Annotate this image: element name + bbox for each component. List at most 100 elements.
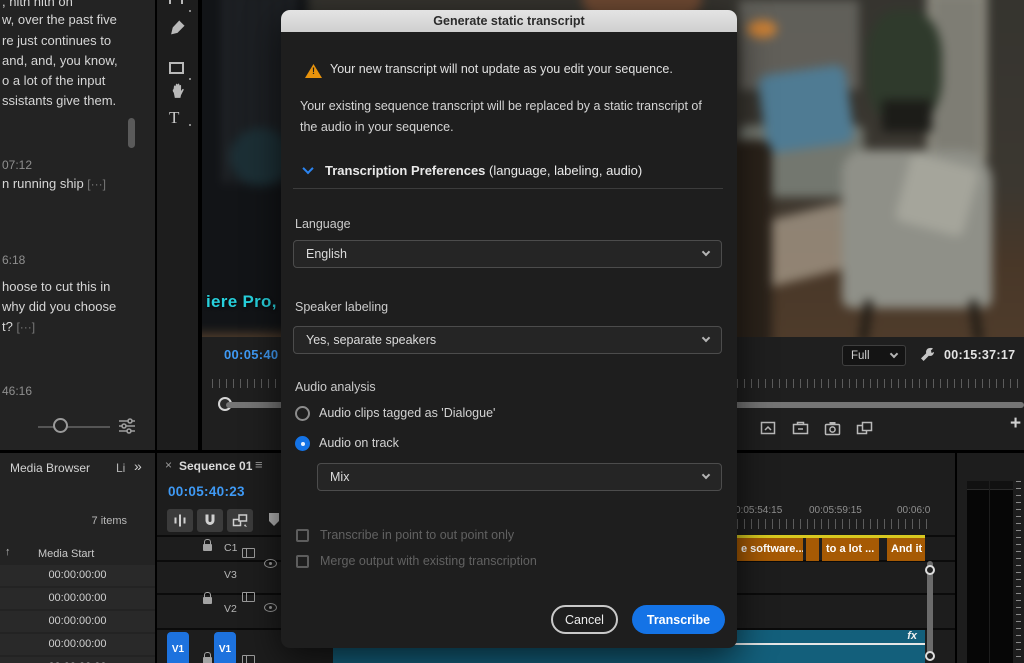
track-value: Mix	[330, 470, 349, 484]
panel-menu-icon[interactable]: ≡	[255, 457, 263, 472]
track-targeting-icon[interactable]	[242, 592, 255, 602]
more-ellipsis-badge[interactable]: [···]	[87, 177, 106, 191]
chevron-down-icon[interactable]	[302, 163, 313, 174]
media-row[interactable]: 00:00:00:00	[0, 657, 155, 663]
timeline-vertical-scrollbar[interactable]	[927, 561, 933, 661]
hand-tool-icon[interactable]	[169, 82, 187, 100]
checkbox-merge-output[interactable]	[296, 555, 309, 568]
filter-settings-icon[interactable]	[117, 417, 137, 435]
dialog-title[interactable]: Generate static transcript	[281, 10, 737, 32]
caption-clip[interactable]: to a lot ...	[822, 538, 879, 561]
radio-audio-clips-dialogue-label[interactable]: Audio clips tagged as 'Dialogue'	[319, 406, 495, 420]
timeline-playhead-timecode[interactable]: 00:05:40:23	[168, 484, 245, 499]
transcription-preferences-header[interactable]: Transcription Preferences (language, lab…	[325, 163, 642, 178]
track-select-tool-icon[interactable]	[169, 0, 187, 12]
zoom-slider-knob[interactable]	[53, 418, 68, 433]
lamp-glow	[747, 20, 777, 38]
insert-icon[interactable]	[856, 421, 873, 436]
chevron-down-icon	[702, 248, 710, 256]
transcript-segment[interactable]: t? [···]	[2, 319, 35, 334]
lock-icon[interactable]	[203, 657, 212, 663]
zoom-slider-track[interactable]	[38, 426, 110, 428]
track-label-c1[interactable]: C1	[224, 542, 237, 554]
transcript-line[interactable]: , hith hith on	[2, 0, 73, 9]
column-header-media-start[interactable]: Media Start	[38, 548, 94, 560]
position-timecode: 00:05:40	[224, 347, 278, 362]
track-targeting-icon[interactable]	[242, 655, 255, 663]
media-row[interactable]: 00:00:00:00	[0, 588, 155, 609]
premiere-pro-window: iere Pro, 00:05:40 Full 00:15:37:17	[0, 0, 1024, 663]
radio-audio-on-track-label[interactable]: Audio on track	[319, 436, 399, 450]
ruler-timecode: 00:05:59:15	[809, 505, 862, 516]
sort-up-icon[interactable]: ↑	[5, 546, 11, 558]
lock-icon[interactable]	[203, 597, 212, 604]
track-output-eye-icon[interactable]	[264, 603, 277, 612]
media-row[interactable]: 00:00:00:00	[0, 565, 155, 586]
language-label: Language	[295, 217, 351, 231]
transcript-line[interactable]: hoose to cut this in	[2, 279, 110, 294]
transcript-line[interactable]: re just continues to	[2, 33, 111, 48]
close-icon[interactable]: ×	[165, 458, 172, 472]
double-chevron-icon[interactable]: »	[134, 458, 142, 474]
zoom-level-dropdown[interactable]: Full	[842, 345, 906, 366]
add-marker-icon[interactable]	[269, 513, 279, 526]
section-divider	[293, 188, 723, 189]
linked-selection-button[interactable]	[227, 509, 253, 532]
audio-analysis-label: Audio analysis	[295, 380, 376, 394]
speaker-labeling-dropdown[interactable]: Yes, separate speakers	[293, 326, 722, 354]
chevron-down-icon	[702, 471, 710, 479]
caption-clip[interactable]: e software...	[737, 538, 803, 561]
nest-sequences-button[interactable]	[167, 509, 193, 532]
tab-libraries-partial[interactable]: Li	[116, 461, 125, 475]
speaker-labeling-label: Speaker labeling	[295, 300, 388, 314]
timeline-ruler[interactable]	[737, 519, 927, 529]
snap-button[interactable]	[197, 509, 223, 532]
source-patch-v1-badge[interactable]: V1	[167, 632, 189, 663]
radio-audio-on-track[interactable]	[295, 436, 310, 451]
transcript-line[interactable]: o a lot of the input	[2, 73, 105, 88]
track-dropdown[interactable]: Mix	[317, 463, 722, 491]
track-targeting-icon[interactable]	[242, 548, 255, 558]
media-row[interactable]: 00:00:00:00	[0, 611, 155, 632]
lock-icon[interactable]	[203, 544, 212, 551]
scrollbar-handle[interactable]	[925, 651, 935, 661]
rectangle-tool-icon[interactable]	[169, 62, 187, 80]
type-tool-icon[interactable]: T	[169, 108, 187, 126]
extract-icon[interactable]	[792, 421, 809, 436]
transcript-line[interactable]: ssistants give them.	[2, 93, 116, 108]
track-label-v3[interactable]: V3	[224, 569, 237, 581]
caption-clip[interactable]: And it	[887, 538, 925, 561]
scrollbar-handle[interactable]	[925, 565, 935, 575]
cancel-button[interactable]: Cancel	[551, 605, 618, 634]
pen-tool-icon[interactable]	[169, 18, 187, 36]
transcript-line[interactable]: why did you choose	[2, 299, 116, 314]
warning-text: Your new transcript will not update as y…	[330, 62, 673, 76]
speaker-labeling-value: Yes, separate speakers	[306, 333, 436, 347]
media-browser-panel: Media Browser Li » 7 items ↑ Media Start…	[0, 450, 157, 663]
track-output-eye-icon[interactable]	[264, 559, 277, 568]
caption-clip[interactable]	[806, 538, 819, 561]
transcript-timestamp: 6:18	[2, 253, 25, 267]
lift-icon[interactable]	[760, 421, 776, 436]
settings-wrench-icon[interactable]	[918, 346, 936, 364]
checkbox-in-out-point[interactable]	[296, 529, 309, 542]
export-frame-camera-icon[interactable]	[824, 421, 841, 436]
language-dropdown[interactable]: English	[293, 240, 722, 268]
transcript-scrollbar[interactable]	[128, 118, 135, 148]
more-ellipsis-badge[interactable]: [···]	[16, 320, 35, 334]
language-value: English	[306, 247, 347, 261]
transcript-segment[interactable]: n running ship [···]	[2, 176, 106, 191]
tab-media-browser[interactable]: Media Browser	[10, 461, 90, 475]
transcript-line[interactable]: w, over the past five	[2, 12, 117, 27]
media-row[interactable]: 00:00:00:00	[0, 634, 155, 655]
plus-icon[interactable]: +	[1010, 413, 1021, 435]
audio-meters-panel	[955, 450, 1024, 663]
chevron-down-icon	[890, 350, 898, 358]
radio-audio-clips-dialogue[interactable]	[295, 406, 310, 421]
transcript-line[interactable]: and, and, you know,	[2, 53, 118, 68]
generate-static-transcript-dialog: Generate static transcript Your new tran…	[281, 10, 737, 648]
tab-sequence[interactable]: Sequence 01	[179, 459, 252, 473]
track-target-v1-badge[interactable]: V1	[214, 632, 236, 663]
transcribe-button[interactable]: Transcribe	[632, 605, 725, 634]
track-label-v2[interactable]: V2	[224, 603, 237, 615]
